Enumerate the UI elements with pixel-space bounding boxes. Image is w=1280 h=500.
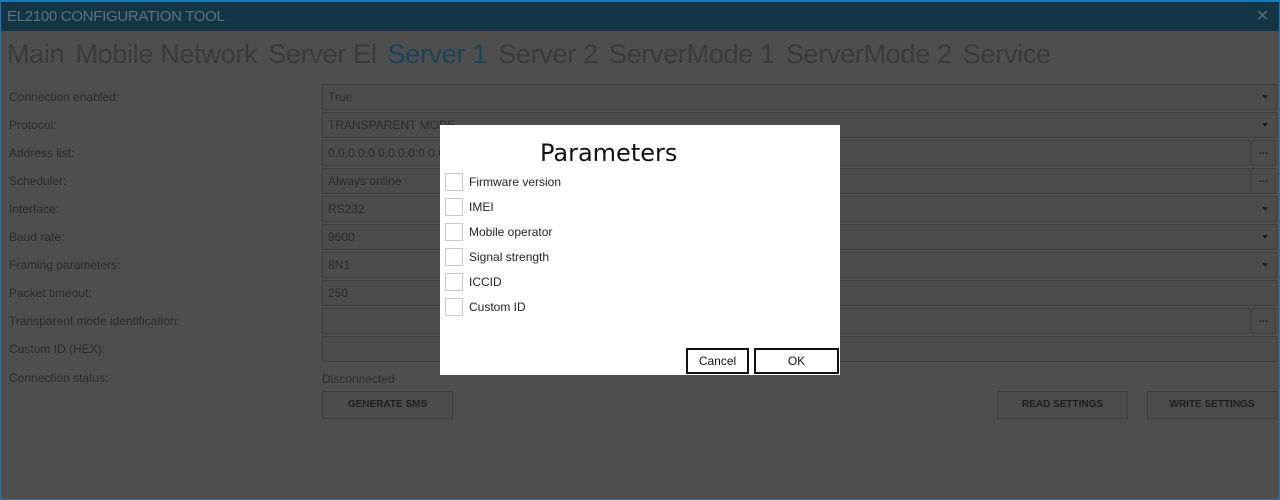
option-imei[interactable]: IMEI — [445, 197, 494, 217]
cancel-button[interactable]: Cancel — [686, 348, 749, 374]
chevron-down-icon — [1262, 95, 1268, 99]
transparent-mode-ellipsis-button[interactable]: ... — [1251, 308, 1276, 334]
connection-status-label: Connection status: — [9, 371, 109, 385]
signal-strength-label: Signal strength — [469, 250, 550, 264]
tab-service[interactable]: Service — [963, 36, 1051, 72]
packet-timeout-label: Packet timeout: — [9, 286, 92, 300]
parameters-dialog: Parameters Firmware version IMEI Mobile … — [440, 125, 840, 375]
baud-rate-label: Baud rate: — [9, 230, 65, 244]
tab-main[interactable]: Main — [7, 36, 65, 72]
generate-sms-button[interactable]: GENERATE SMS — [322, 391, 453, 419]
address-list-label: Address list: — [9, 146, 75, 160]
interface-label: Interface: — [9, 202, 60, 216]
ok-button[interactable]: OK — [754, 348, 839, 374]
imei-checkbox[interactable] — [445, 198, 463, 216]
read-settings-button[interactable]: READ SETTINGS — [997, 391, 1128, 419]
option-mobile-operator[interactable]: Mobile operator — [445, 222, 552, 242]
signal-strength-checkbox[interactable] — [445, 248, 463, 266]
connection-enabled-dropdown[interactable]: True — [322, 84, 1277, 110]
address-list-ellipsis-button[interactable]: ... — [1251, 140, 1276, 166]
chevron-down-icon — [1262, 263, 1268, 267]
dialog-title: Parameters — [540, 139, 678, 167]
close-icon[interactable]: ✕ — [1256, 2, 1269, 31]
protocol-value: TRANSPARENT MODE — [328, 118, 456, 132]
chevron-down-icon — [1262, 235, 1268, 239]
custom-id-hex-label: Custom ID (HEX): — [9, 342, 106, 356]
firmware-version-label: Firmware version — [469, 175, 562, 189]
framing-parameters-value: 8N1 — [328, 258, 351, 272]
framing-parameters-label: Framing parameters: — [9, 258, 121, 272]
tab-bar: Main Mobile Network Server El Server 1 S… — [7, 36, 1051, 72]
firmware-version-checkbox[interactable] — [445, 173, 463, 191]
custom-id-checkbox[interactable] — [445, 298, 463, 316]
title-bar: EL2100 CONFIGURATION TOOL ✕ — [1, 2, 1279, 31]
mobile-operator-checkbox[interactable] — [445, 223, 463, 241]
imei-label: IMEI — [469, 200, 494, 214]
connection-status-value: Disconnected — [322, 372, 395, 386]
tab-servermode-1[interactable]: ServerMode 1 — [609, 36, 775, 72]
protocol-label: Protocol: — [9, 118, 57, 132]
option-custom-id[interactable]: Custom ID — [445, 297, 526, 317]
scheduler-label: Scheduler: — [9, 174, 67, 188]
connection-enabled-value: True — [328, 90, 353, 104]
connection-enabled-label: Connection enabled: — [9, 90, 120, 104]
iccid-checkbox[interactable] — [445, 273, 463, 291]
scheduler-value: Always online — [328, 174, 402, 188]
baud-rate-value: 9600 — [328, 230, 355, 244]
write-settings-button[interactable]: WRITE SETTINGS — [1147, 391, 1277, 419]
tab-servermode-2[interactable]: ServerMode 2 — [786, 36, 952, 72]
tab-mobile-network[interactable]: Mobile Network — [75, 36, 257, 72]
option-firmware-version[interactable]: Firmware version — [445, 172, 561, 192]
window-title: EL2100 CONFIGURATION TOOL — [7, 8, 225, 25]
tab-server-2[interactable]: Server 2 — [498, 36, 598, 72]
tab-server-el[interactable]: Server El — [268, 36, 377, 72]
scheduler-ellipsis-button[interactable]: ... — [1251, 168, 1276, 194]
chevron-down-icon — [1262, 207, 1268, 211]
chevron-down-icon — [1262, 123, 1268, 127]
interface-value: RS232 — [328, 202, 365, 216]
option-signal-strength[interactable]: Signal strength — [445, 247, 549, 267]
packet-timeout-value: 250 — [328, 286, 349, 300]
custom-id-label: Custom ID — [469, 300, 526, 314]
iccid-label: ICCID — [469, 275, 502, 289]
mobile-operator-label: Mobile operator — [469, 225, 553, 239]
tab-server-1[interactable]: Server 1 — [388, 36, 488, 72]
option-iccid[interactable]: ICCID — [445, 272, 502, 292]
transparent-mode-identification-label: Transparent mode identification: — [9, 314, 180, 328]
